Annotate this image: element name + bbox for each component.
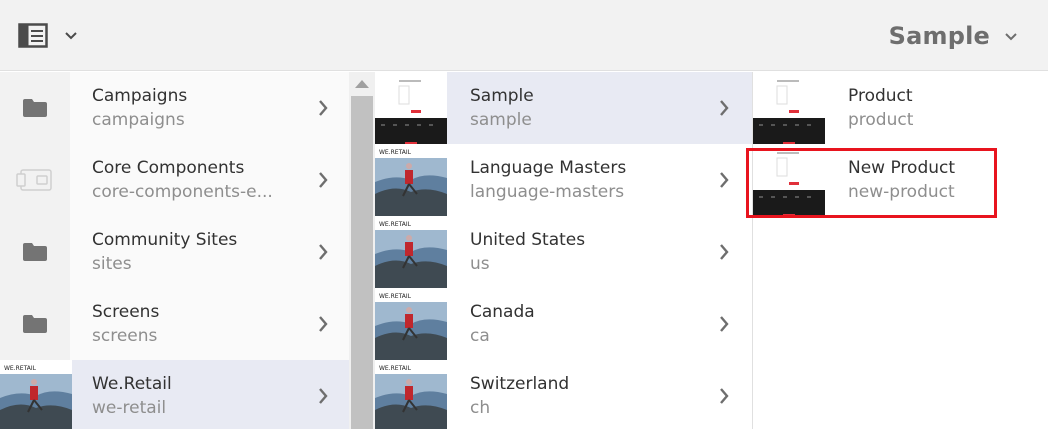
item-title: Language Masters <box>470 158 627 178</box>
item-title: Sample <box>470 86 534 106</box>
item-subtitle: us <box>470 254 490 274</box>
breadcrumb-title: Sample <box>888 22 990 50</box>
column-item-community-sites[interactable]: Community Sites sites <box>0 216 349 288</box>
column-item-canada[interactable]: WE.RETAIL Canada ca <box>375 288 752 360</box>
svg-text:WE.RETAIL: WE.RETAIL <box>379 149 412 156</box>
we-retail-thumbnail: WE.RETAIL <box>0 360 72 429</box>
item-title: Campaigns <box>92 86 188 106</box>
item-title: We.Retail <box>92 374 172 394</box>
column-item-switzerland[interactable]: WE.RETAIL Switzerland ch <box>375 360 752 429</box>
column-1: Campaigns campaigns Core Components core… <box>0 72 349 429</box>
column-scrollbar[interactable] <box>349 72 375 429</box>
we-retail-thumbnail: WE.RETAIL <box>375 360 447 429</box>
item-title: Core Components <box>92 158 245 178</box>
svg-text:WE.RETAIL: WE.RETAIL <box>379 293 412 300</box>
breadcrumb[interactable]: Sample <box>889 18 1018 54</box>
column-3: Product product New Product new-product <box>753 72 1048 429</box>
top-bar: Sample <box>0 0 1048 71</box>
svg-text:WE.RETAIL: WE.RETAIL <box>4 365 37 372</box>
item-subtitle: core-components-e... <box>92 182 273 202</box>
column-item-sample[interactable]: Sample sample <box>375 72 752 144</box>
we-retail-thumbnail: WE.RETAIL <box>375 216 447 288</box>
column-item-we-retail[interactable]: WE.RETAIL We.Retail we-retail <box>0 360 349 429</box>
column-item-product[interactable]: Product product <box>753 72 1048 144</box>
item-subtitle: ch <box>470 398 491 418</box>
rail-toggle-button[interactable] <box>18 22 82 50</box>
we-retail-thumbnail: WE.RETAIL <box>375 144 447 216</box>
page-thumbnail <box>375 72 447 144</box>
column-2: Sample sample WE.RETAIL Language Masters… <box>375 72 752 429</box>
item-subtitle: ca <box>470 326 490 346</box>
column-item-campaigns[interactable]: Campaigns campaigns <box>0 72 349 144</box>
svg-text:WE.RETAIL: WE.RETAIL <box>379 221 412 228</box>
item-subtitle: new-product <box>848 182 955 202</box>
item-subtitle: sample <box>470 110 532 130</box>
we-retail-thumbnail: WE.RETAIL <box>375 288 447 360</box>
chevron-right-icon <box>319 244 328 260</box>
column-item-language-masters[interactable]: WE.RETAIL Language Masters language-mast… <box>375 144 752 216</box>
chevron-right-icon <box>720 172 729 188</box>
column-item-united-states[interactable]: WE.RETAIL United States us <box>375 216 752 288</box>
chevron-down-icon <box>64 31 78 41</box>
chevron-right-icon <box>720 316 729 332</box>
item-subtitle: campaigns <box>92 110 185 130</box>
item-title: New Product <box>848 158 956 178</box>
item-subtitle: product <box>848 110 914 130</box>
svg-text:WE.RETAIL: WE.RETAIL <box>379 365 412 372</box>
column-item-screens[interactable]: Screens screens <box>0 288 349 360</box>
item-title: Product <box>848 86 913 106</box>
chevron-right-icon <box>319 100 328 116</box>
scroll-up-arrow-icon[interactable] <box>355 80 369 88</box>
component-icon <box>0 144 70 216</box>
side-panel-icon <box>18 23 48 49</box>
item-subtitle: language-masters <box>470 182 625 202</box>
chevron-right-icon <box>319 316 328 332</box>
item-title: Community Sites <box>92 230 238 250</box>
item-title: Switzerland <box>470 374 570 394</box>
item-title: Screens <box>92 302 160 322</box>
item-title: United States <box>470 230 586 250</box>
item-subtitle: sites <box>92 254 132 274</box>
chevron-down-icon <box>1004 27 1018 46</box>
column-item-core-components[interactable]: Core Components core-components-e... <box>0 144 349 216</box>
chevron-right-icon <box>720 100 729 116</box>
chevron-right-icon <box>319 172 328 188</box>
column-item-new-product[interactable]: New Product new-product <box>753 144 1048 216</box>
item-subtitle: screens <box>92 326 158 346</box>
folder-icon <box>0 288 70 360</box>
page-thumbnail <box>753 144 825 216</box>
folder-icon <box>0 72 70 144</box>
chevron-right-icon <box>319 388 328 404</box>
item-subtitle: we-retail <box>92 398 167 418</box>
folder-icon <box>0 216 70 288</box>
page-thumbnail <box>753 72 825 144</box>
item-title: Canada <box>470 302 535 322</box>
chevron-right-icon <box>720 388 729 404</box>
chevron-right-icon <box>720 244 729 260</box>
scroll-thumb[interactable] <box>351 96 373 429</box>
